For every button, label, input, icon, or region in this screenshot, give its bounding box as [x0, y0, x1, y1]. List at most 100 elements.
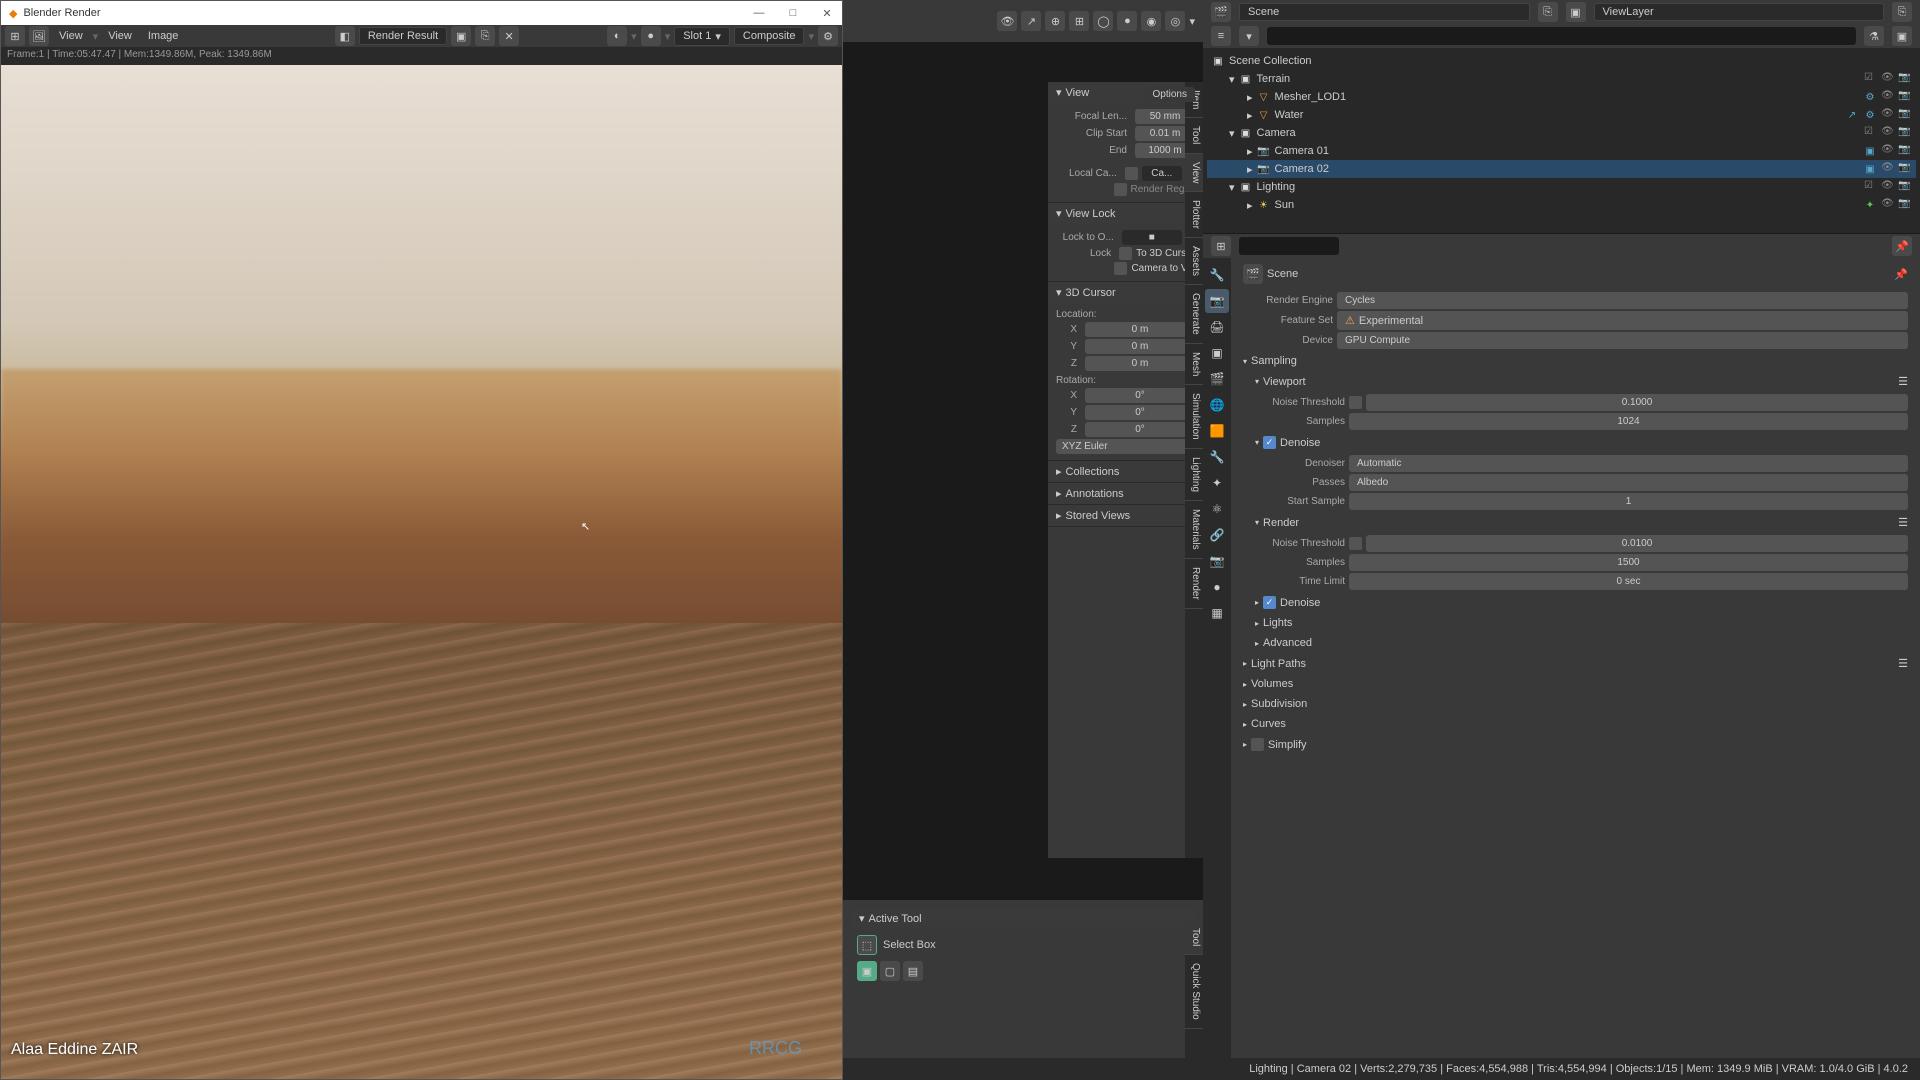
sun-row[interactable]: ▸ ☀ Sun ✦ 👁📷 [1207, 196, 1916, 214]
render-toggle[interactable]: 📷 [1898, 90, 1912, 104]
eye-toggle[interactable]: 👁 [1881, 162, 1895, 176]
view-lock-header[interactable]: ▾ View Lock [1048, 203, 1203, 224]
modifier-icon[interactable]: ↗ [1845, 108, 1859, 122]
noise-vp-check[interactable] [1349, 396, 1362, 409]
tab-render-props[interactable]: 📷 [1205, 289, 1229, 313]
vp-overlay-icon[interactable]: ⊕ [1045, 11, 1065, 31]
preset-icon[interactable]: ☰ [1898, 657, 1908, 670]
preset-icon[interactable]: ☰ [1898, 516, 1908, 529]
water-row[interactable]: ▸ ▽ Water ↗ ⚙ 👁📷 [1207, 106, 1916, 124]
noise-r-value[interactable]: 0.0100 [1366, 535, 1908, 552]
denoiser-dropdown[interactable]: Automatic [1349, 455, 1908, 472]
check-toggle[interactable]: ☑ [1864, 72, 1878, 86]
maximize-button[interactable]: □ [786, 6, 800, 20]
tab-generate[interactable]: Generate [1185, 285, 1203, 344]
tab-physics-props[interactable]: ⚛ [1205, 497, 1229, 521]
curves-header[interactable]: ▸Curves [1235, 714, 1916, 734]
denoise-r-header[interactable]: ▸✓Denoise [1247, 592, 1916, 613]
time-limit-value[interactable]: 0 sec [1349, 573, 1908, 590]
scene-collection-row[interactable]: ▣ Scene Collection [1207, 52, 1916, 70]
tab-constraint-props[interactable]: 🔗 [1205, 523, 1229, 547]
modifier-icon[interactable]: ⚙ [1863, 90, 1877, 104]
slot-dropdown[interactable]: Slot 1 ▾ [674, 27, 730, 46]
eye-toggle[interactable]: 👁 [1881, 126, 1895, 140]
expand-icon[interactable]: ▾ [1229, 181, 1235, 194]
vp-render-icon[interactable]: ◎ [1165, 11, 1185, 31]
x-icon[interactable]: ✕ [499, 26, 519, 46]
cam-to-view-check[interactable] [1114, 262, 1127, 275]
rot-y-value[interactable]: 0° [1085, 405, 1195, 420]
denoise-vp-header[interactable]: ▾✓Denoise [1247, 432, 1916, 453]
device-dropdown[interactable]: GPU Compute [1337, 332, 1908, 349]
render-toggle[interactable]: 📷 [1898, 162, 1912, 176]
eye-toggle[interactable]: 👁 [1881, 108, 1895, 122]
sel-mode-2[interactable]: ▢ [880, 961, 900, 981]
tab-assets[interactable]: Assets [1185, 238, 1203, 285]
terrain-row[interactable]: ▾ ▣ Terrain ☑👁📷 [1207, 70, 1916, 88]
advanced-header[interactable]: ▸Advanced [1247, 633, 1916, 653]
data-icon[interactable]: ▣ [1863, 162, 1877, 176]
view-menu[interactable]: View [53, 28, 89, 44]
tab-lighting[interactable]: Lighting [1185, 449, 1203, 501]
color-icon[interactable]: ◐ [607, 26, 627, 46]
render-toggle[interactable]: 📷 [1898, 180, 1912, 194]
outliner-display-icon[interactable]: ▾ [1239, 26, 1259, 46]
check-toggle[interactable]: ☑ [1864, 126, 1878, 140]
image-icon[interactable]: 🖼 [29, 26, 49, 46]
expand-icon[interactable]: ▸ [1247, 109, 1253, 122]
scene-data-icon[interactable]: 🎬 [1243, 264, 1263, 284]
outliner-search[interactable] [1267, 27, 1856, 45]
local-cam-value[interactable]: Ca... [1142, 166, 1182, 181]
loc-z-value[interactable]: 0 m [1085, 356, 1195, 371]
tab-tool[interactable]: Tool [1185, 118, 1203, 153]
sphere-icon[interactable]: ● [641, 26, 661, 46]
noise-r-check[interactable] [1349, 537, 1362, 550]
render-toggle[interactable]: 📷 [1898, 108, 1912, 122]
passes-dropdown[interactable]: Albedo [1349, 474, 1908, 491]
pin-icon[interactable]: 📌 [1892, 236, 1912, 256]
gear-icon[interactable]: ⚙ [818, 26, 838, 46]
euler-dropdown[interactable]: XYZ Euler [1056, 439, 1195, 454]
vp-solid-icon[interactable]: ● [1117, 11, 1137, 31]
viewlayer-icon[interactable]: ▣ [1566, 2, 1586, 22]
render-toggle[interactable]: 📷 [1898, 144, 1912, 158]
render-toggle[interactable]: 📷 [1898, 126, 1912, 140]
eye-toggle[interactable]: 👁 [1881, 198, 1895, 212]
expand-icon[interactable]: ▸ [1247, 163, 1253, 176]
image-menu[interactable]: Image [142, 28, 185, 44]
tab-render[interactable]: Render [1185, 559, 1203, 609]
vp-wire-icon[interactable]: ◯ [1093, 11, 1113, 31]
tab-scene-props[interactable]: 🎬 [1205, 367, 1229, 391]
editor-type-icon[interactable]: ⊞ [5, 26, 25, 46]
camera02-row[interactable]: ▸ 📷 Camera 02 ▣ 👁📷 [1207, 160, 1916, 178]
vp-eye-icon[interactable]: 👁 [997, 11, 1017, 31]
tab-world-props[interactable]: 🌐 [1205, 393, 1229, 417]
data-icon[interactable]: ▣ [1863, 144, 1877, 158]
expand-icon[interactable]: ▾ [1229, 127, 1235, 140]
mesher-row[interactable]: ▸ ▽ Mesher_LOD1 ⚙ 👁📷 [1207, 88, 1916, 106]
data-icon[interactable]: ✦ [1863, 198, 1877, 212]
lighting-row[interactable]: ▾ ▣ Lighting ☑👁📷 [1207, 178, 1916, 196]
viewport-header[interactable]: ▾Viewport☰ [1247, 371, 1916, 392]
props-search[interactable] [1239, 237, 1339, 255]
view-menu-2[interactable]: View [102, 28, 138, 44]
feature-set-dropdown[interactable]: ⚠ Experimental [1337, 311, 1908, 330]
expand-icon[interactable]: ▸ [1247, 199, 1253, 212]
tab-plotter[interactable]: Plotter [1185, 192, 1203, 238]
filter-icon[interactable]: ⚗ [1864, 26, 1884, 46]
start-sample-value[interactable]: 1 [1349, 493, 1908, 510]
outliner-type-icon[interactable]: ≡ [1211, 26, 1231, 46]
collections-header[interactable]: ▸ Collections [1048, 461, 1203, 482]
noise-vp-value[interactable]: 0.1000 [1366, 394, 1908, 411]
render-region-check[interactable] [1114, 183, 1127, 196]
camera01-row[interactable]: ▸ 📷 Camera 01 ▣ 👁📷 [1207, 142, 1916, 160]
tool-tab[interactable]: Tool [1185, 920, 1203, 955]
camera-coll-row[interactable]: ▾ ▣ Camera ☑👁📷 [1207, 124, 1916, 142]
quick-tab[interactable]: Quick Studio [1185, 955, 1203, 1029]
stored-views-header[interactable]: ▸ Stored Views [1048, 505, 1203, 526]
vp-arrow-icon[interactable]: ↗ [1021, 11, 1041, 31]
tab-particle-props[interactable]: ✦ [1205, 471, 1229, 495]
annotations-header[interactable]: ▸ Annotations [1048, 483, 1203, 504]
close-button[interactable]: ✕ [820, 6, 834, 20]
rot-x-value[interactable]: 0° [1085, 388, 1195, 403]
